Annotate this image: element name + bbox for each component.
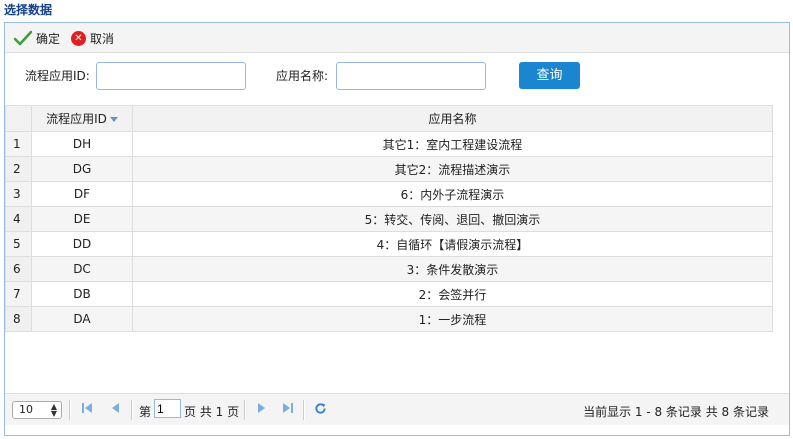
table-row[interactable]: 6 DC 3：条件发散演示 bbox=[5, 256, 773, 282]
confirm-button[interactable]: 确定 bbox=[14, 29, 60, 47]
page-size-select[interactable]: 10 ▲ ▼ bbox=[12, 401, 62, 419]
cell-app-id[interactable]: DE bbox=[31, 206, 133, 232]
cancel-icon: ✕ bbox=[71, 30, 86, 46]
prev-page-icon[interactable] bbox=[109, 402, 121, 418]
separator bbox=[244, 400, 246, 420]
sort-desc-icon bbox=[109, 117, 118, 122]
cancel-label: 取消 bbox=[90, 31, 115, 46]
data-table: 流程应用ID 应用名称 1 DH 其它1：室内工程建设流程 2 DG 其它2：流… bbox=[5, 105, 773, 332]
separator bbox=[69, 400, 71, 420]
app-name-label: 应用名称: bbox=[276, 69, 329, 83]
table-row[interactable]: 3 DF 6：内外子流程演示 bbox=[5, 181, 773, 207]
checkmark-icon bbox=[14, 30, 32, 46]
table-row[interactable]: 4 DE 5：转交、传阅、退回、撤回演示 bbox=[5, 206, 773, 232]
data-panel: 确定 ✕ 取消 流程应用ID: 应用名称: 查询 流程应用ID 应用名称 1 D… bbox=[4, 22, 790, 436]
row-number: 6 bbox=[5, 256, 32, 282]
row-number: 1 bbox=[5, 131, 32, 157]
cell-app-name[interactable]: 2：会签并行 bbox=[132, 281, 773, 307]
page-size-value: 10 bbox=[19, 403, 33, 416]
cell-app-id[interactable]: DA bbox=[31, 306, 133, 332]
app-name-input[interactable] bbox=[336, 62, 486, 90]
app-id-input[interactable] bbox=[96, 62, 246, 90]
row-number: 5 bbox=[5, 231, 32, 257]
separator bbox=[131, 400, 133, 420]
last-page-icon[interactable] bbox=[282, 402, 294, 418]
table-row[interactable]: 7 DB 2：会签并行 bbox=[5, 281, 773, 307]
table-row[interactable]: 2 DG 其它2：流程描述演示 bbox=[5, 156, 773, 182]
column-header-app-id[interactable]: 流程应用ID bbox=[31, 105, 133, 132]
confirm-label: 确定 bbox=[36, 31, 61, 46]
table-row[interactable]: 8 DA 1：一步流程 bbox=[5, 306, 773, 332]
cell-app-name[interactable]: 6：内外子流程演示 bbox=[132, 181, 773, 207]
cell-app-id[interactable]: DF bbox=[31, 181, 133, 207]
table-row[interactable]: 5 DD 4：自循环【请假演示流程】 bbox=[5, 231, 773, 257]
column-header-app-name[interactable]: 应用名称 bbox=[132, 105, 773, 132]
cell-app-name[interactable]: 4：自循环【请假演示流程】 bbox=[132, 231, 773, 257]
separator bbox=[303, 400, 305, 420]
refresh-icon[interactable] bbox=[314, 402, 327, 418]
pagination-bar: 10 ▲▼ 第 页 共 1 页 当前显示 1 - 8 条记录 共 8 条记录 bbox=[5, 393, 789, 425]
table-row[interactable]: 1 DH 其它1：室内工程建设流程 bbox=[5, 131, 773, 157]
row-number: 3 bbox=[5, 181, 32, 207]
cancel-button[interactable]: ✕ 取消 bbox=[71, 29, 114, 47]
cell-app-id[interactable]: DB bbox=[31, 281, 133, 307]
row-number: 7 bbox=[5, 281, 32, 307]
column-header-label: 流程应用ID bbox=[46, 112, 107, 126]
cell-app-name[interactable]: 1：一步流程 bbox=[132, 306, 773, 332]
page-total-text: 页 共 1 页 bbox=[184, 405, 240, 419]
cell-app-name[interactable]: 其它1：室内工程建设流程 bbox=[132, 131, 773, 157]
app-id-label: 流程应用ID: bbox=[25, 69, 90, 83]
next-page-icon[interactable] bbox=[256, 402, 268, 418]
cell-app-id[interactable]: DD bbox=[31, 231, 133, 257]
header-row: 流程应用ID 应用名称 bbox=[5, 105, 773, 132]
cell-app-id[interactable]: DC bbox=[31, 256, 133, 282]
cell-app-name[interactable]: 其它2：流程描述演示 bbox=[132, 156, 773, 182]
row-number: 2 bbox=[5, 156, 32, 182]
column-header-label: 应用名称 bbox=[428, 112, 477, 126]
record-info: 当前显示 1 - 8 条记录 共 8 条记录 bbox=[583, 405, 769, 419]
cell-app-name[interactable]: 3：条件发散演示 bbox=[132, 256, 773, 282]
rownum-header bbox=[5, 105, 32, 132]
cell-app-name[interactable]: 5：转交、传阅、退回、撤回演示 bbox=[132, 206, 773, 232]
page-prefix: 第 bbox=[139, 405, 152, 419]
row-number: 4 bbox=[5, 206, 32, 232]
cell-app-id[interactable]: DH bbox=[31, 131, 133, 157]
row-number: 8 bbox=[5, 306, 32, 332]
query-button[interactable]: 查询 bbox=[519, 62, 580, 89]
select-updown-icon: ▲ ▼ bbox=[50, 402, 57, 418]
search-bar: 流程应用ID: 应用名称: 查询 bbox=[5, 53, 789, 105]
toolbar: 确定 ✕ 取消 bbox=[5, 23, 789, 53]
page-number-input[interactable] bbox=[154, 399, 181, 418]
dialog-title: 选择数据 bbox=[4, 3, 53, 17]
first-page-icon[interactable] bbox=[81, 402, 93, 418]
data-grid: 流程应用ID 应用名称 1 DH 其它1：室内工程建设流程 2 DG 其它2：流… bbox=[5, 105, 789, 393]
cell-app-id[interactable]: DG bbox=[31, 156, 133, 182]
